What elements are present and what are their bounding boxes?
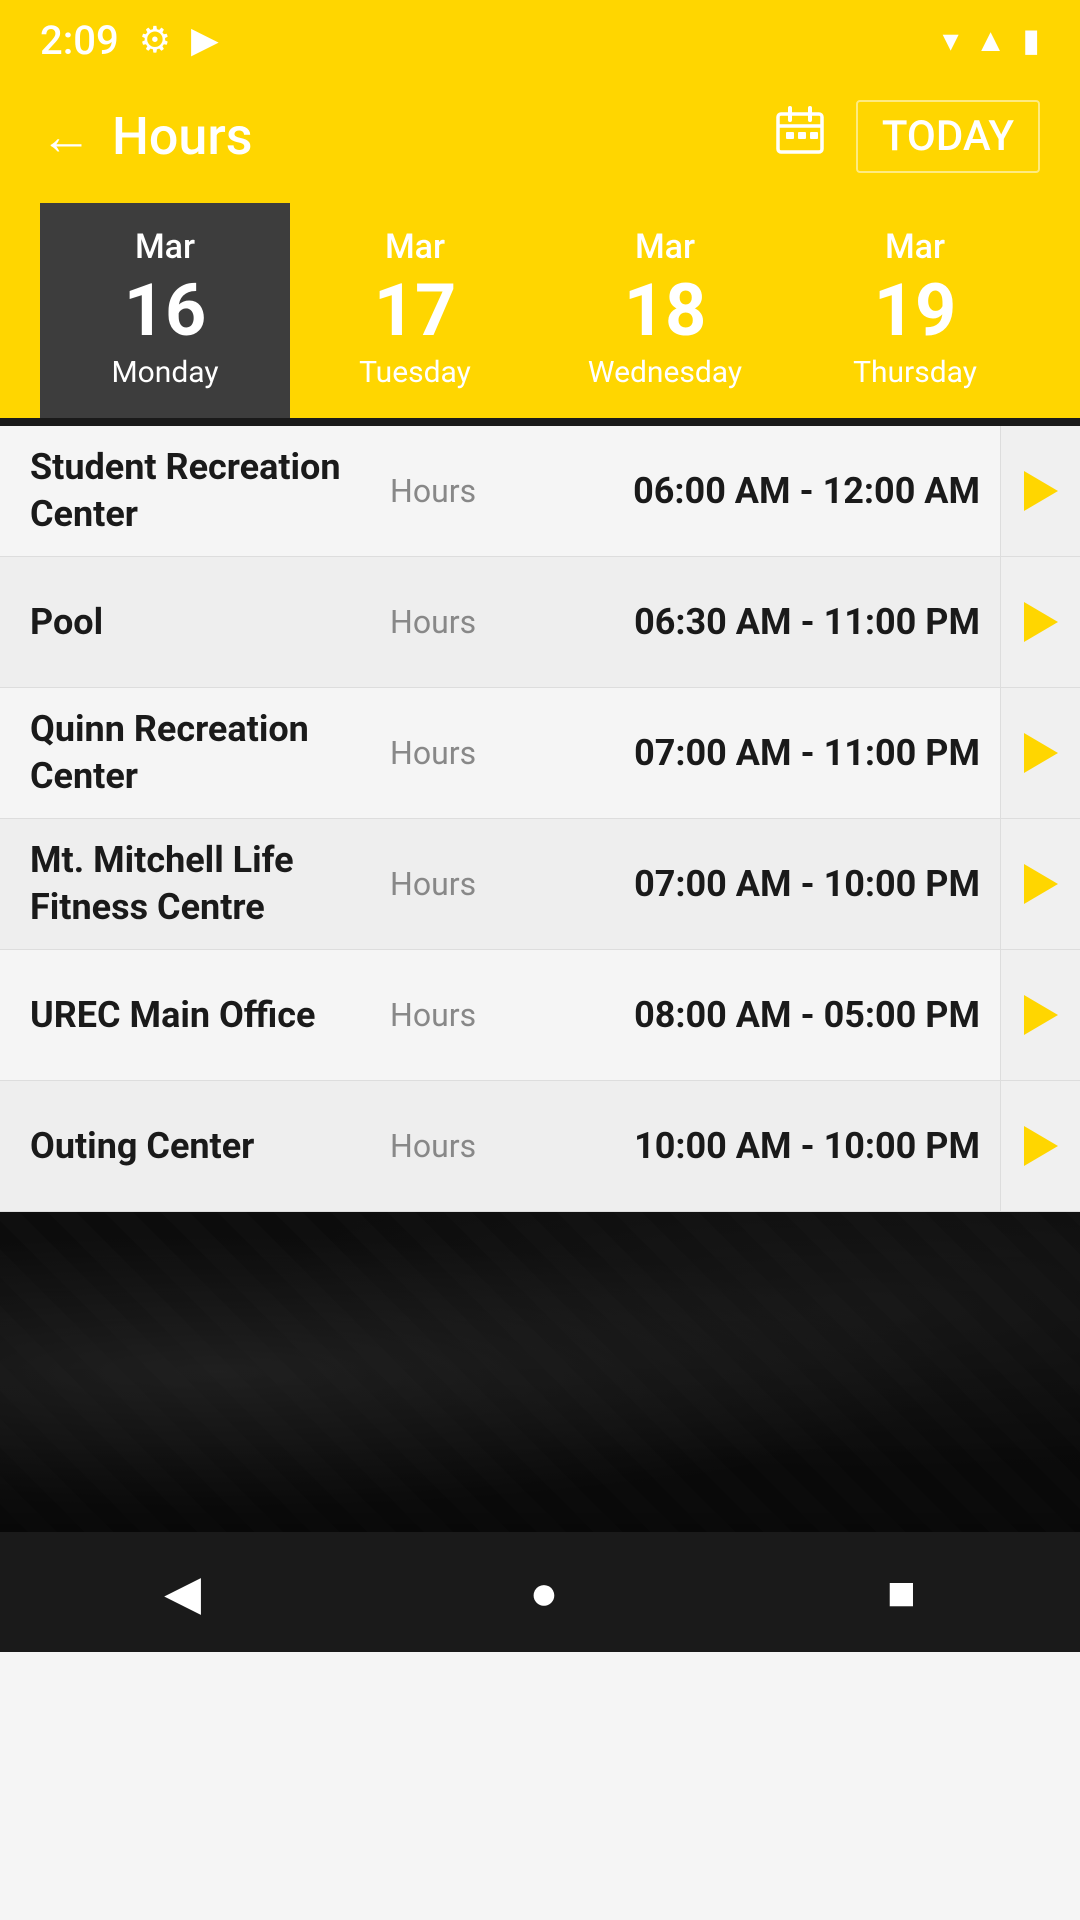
facility-name-2: Quinn Recreation Center bbox=[30, 706, 390, 800]
facility-hours-label-2: Hours bbox=[390, 734, 550, 772]
facility-name-1: Pool bbox=[30, 599, 390, 646]
nav-bar: ◀ ● ■ bbox=[0, 1532, 1080, 1652]
date-num-0: 16 bbox=[124, 275, 207, 347]
date-month-0: Mar bbox=[135, 227, 195, 267]
facility-hours-label-0: Hours bbox=[390, 472, 550, 510]
status-right: ▾ ▲ ▮ bbox=[943, 21, 1040, 59]
facility-arrow-3 bbox=[1000, 819, 1080, 949]
shield-icon: ▶ bbox=[191, 19, 219, 61]
facility-arrow-4 bbox=[1000, 950, 1080, 1080]
wifi-icon: ▾ bbox=[943, 21, 959, 59]
back-button[interactable]: ← bbox=[40, 111, 92, 163]
facility-row-src[interactable]: Student Recreation Center Hours 06:00 AM… bbox=[0, 426, 1080, 557]
facility-name-4: UREC Main Office bbox=[30, 992, 390, 1039]
facility-arrow-2 bbox=[1000, 688, 1080, 818]
status-time: 2:09 bbox=[40, 17, 119, 64]
chevron-right-icon-1 bbox=[1024, 602, 1058, 642]
status-bar: 2:09 ⚙ ▶ ▾ ▲ ▮ bbox=[0, 0, 1080, 80]
header-right: TODAY bbox=[774, 100, 1040, 173]
facility-hours-label-1: Hours bbox=[390, 603, 550, 641]
battery-icon: ▮ bbox=[1022, 21, 1040, 59]
status-left: 2:09 ⚙ ▶ bbox=[40, 17, 219, 64]
date-num-3: 19 bbox=[874, 275, 957, 347]
settings-icon: ⚙ bbox=[139, 19, 171, 61]
nav-back-button[interactable]: ◀ bbox=[164, 1564, 201, 1621]
date-month-3: Mar bbox=[885, 227, 945, 267]
facility-arrow-1 bbox=[1000, 557, 1080, 687]
date-day-3: Thursday bbox=[853, 355, 977, 390]
facility-arrow-5 bbox=[1000, 1081, 1080, 1211]
bottom-image bbox=[0, 1212, 1080, 1532]
facility-row-quinn[interactable]: Quinn Recreation Center Hours 07:00 AM -… bbox=[0, 688, 1080, 819]
date-month-1: Mar bbox=[385, 227, 445, 267]
date-num-2: 18 bbox=[624, 275, 707, 347]
nav-home-button[interactable]: ● bbox=[529, 1564, 558, 1621]
page-title: Hours bbox=[112, 106, 252, 167]
facility-row-mitchell[interactable]: Mt. Mitchell Life Fitness Centre Hours 0… bbox=[0, 819, 1080, 950]
date-month-2: Mar bbox=[635, 227, 695, 267]
chevron-right-icon-2 bbox=[1024, 733, 1058, 773]
facility-time-4: 08:00 AM - 05:00 PM bbox=[550, 994, 1000, 1036]
facility-hours-label-5: Hours bbox=[390, 1127, 550, 1165]
calendar-icon[interactable] bbox=[774, 104, 826, 169]
date-num-1: 17 bbox=[374, 275, 457, 347]
date-divider bbox=[0, 418, 1080, 426]
date-cell-mar17[interactable]: Mar 17 Tuesday bbox=[290, 203, 540, 418]
facility-name-0: Student Recreation Center bbox=[30, 444, 390, 538]
header-left: ← Hours bbox=[40, 106, 252, 167]
date-cell-mar16[interactable]: Mar 16 Monday bbox=[40, 203, 290, 418]
today-button[interactable]: TODAY bbox=[856, 100, 1040, 173]
nav-recents-button[interactable]: ■ bbox=[887, 1564, 916, 1621]
date-cell-mar18[interactable]: Mar 18 Wednesday bbox=[540, 203, 790, 418]
facility-time-0: 06:00 AM - 12:00 AM bbox=[550, 470, 1000, 512]
header-top: ← Hours TODAY bbox=[40, 100, 1040, 173]
facility-time-2: 07:00 AM - 11:00 PM bbox=[550, 732, 1000, 774]
header: ← Hours TODAY Mar 16 Monday bbox=[0, 80, 1080, 418]
facility-name-3: Mt. Mitchell Life Fitness Centre bbox=[30, 837, 390, 931]
facilities-list: Student Recreation Center Hours 06:00 AM… bbox=[0, 426, 1080, 1212]
signal-icon: ▲ bbox=[975, 21, 1007, 59]
chevron-right-icon-3 bbox=[1024, 864, 1058, 904]
date-cell-mar19[interactable]: Mar 19 Thursday bbox=[790, 203, 1040, 418]
chevron-right-icon-4 bbox=[1024, 995, 1058, 1035]
date-day-0: Monday bbox=[111, 355, 218, 390]
facility-arrow-0 bbox=[1000, 426, 1080, 556]
facility-hours-label-4: Hours bbox=[390, 996, 550, 1034]
chevron-right-icon-5 bbox=[1024, 1126, 1058, 1166]
facility-time-3: 07:00 AM - 10:00 PM bbox=[550, 863, 1000, 905]
date-picker: Mar 16 Monday Mar 17 Tuesday Mar 18 Wedn… bbox=[40, 203, 1040, 418]
facility-row-pool[interactable]: Pool Hours 06:30 AM - 11:00 PM bbox=[0, 557, 1080, 688]
date-day-2: Wednesday bbox=[588, 355, 742, 390]
facility-hours-label-3: Hours bbox=[390, 865, 550, 903]
facility-row-urec[interactable]: UREC Main Office Hours 08:00 AM - 05:00 … bbox=[0, 950, 1080, 1081]
date-day-1: Tuesday bbox=[359, 355, 471, 390]
facility-name-5: Outing Center bbox=[30, 1123, 390, 1170]
facility-row-outing[interactable]: Outing Center Hours 10:00 AM - 10:00 PM bbox=[0, 1081, 1080, 1212]
facility-time-5: 10:00 AM - 10:00 PM bbox=[550, 1125, 1000, 1167]
chevron-right-icon-0 bbox=[1024, 471, 1058, 511]
facility-time-1: 06:30 AM - 11:00 PM bbox=[550, 601, 1000, 643]
